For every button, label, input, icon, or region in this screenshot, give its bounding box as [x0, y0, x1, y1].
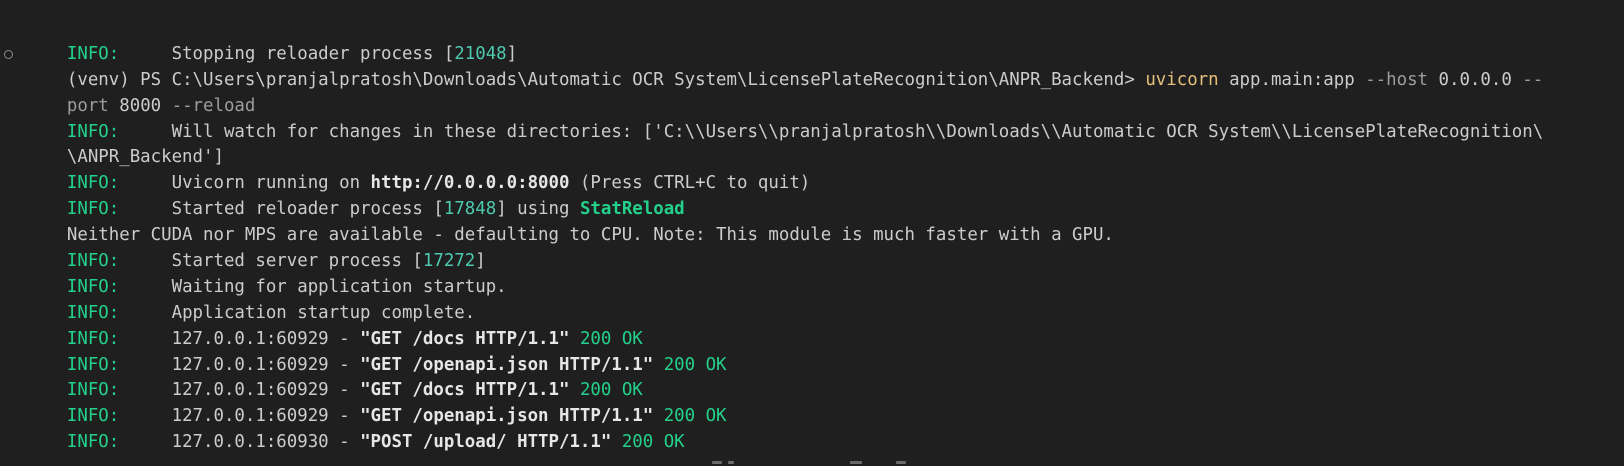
log-line: Neither CUDA nor MPS are available - def… [0, 197, 1624, 245]
request-log-line: INFO: 127.0.0.1:60929 - "GET /docs HTTP/… [0, 353, 1624, 400]
http-request: "POST /upload/ HTTP/1.1" [360, 432, 612, 453]
log-line: INFO: Uvicorn running on http://0.0.0.0:… [0, 145, 1624, 193]
log-line: INFO: Started reloader process [17848] u… [0, 171, 1624, 219]
log-line: INFO: Will watch for changes in these di… [0, 94, 1624, 142]
cropped-overlay-edge [700, 458, 940, 466]
request-log-line: INFO: 127.0.0.1:60929 - "GET /openapi.js… [0, 378, 1624, 426]
http-status: 200 OK [611, 432, 685, 453]
terminal-output[interactable]: INFO: Stopping reloader process [21048] … [0, 0, 1624, 466]
log-line: INFO: Application startup complete. [0, 275, 1624, 323]
log-line-wrapped: \ANPR_Backend'] [0, 120, 1624, 167]
request-log-line: INFO: 127.0.0.1:60929 - "GET /docs HTTP/… [0, 301, 1624, 349]
log-line: INFO: Started server process [17272] [0, 223, 1624, 271]
request-log-line: INFO: 127.0.0.1:60929 - "GET /openapi.js… [0, 327, 1624, 375]
log-line: INFO: Waiting for application startup. [0, 249, 1624, 297]
command-decoration-icon[interactable] [4, 49, 13, 59]
command-line-continued: port 8000 --reload [0, 68, 1624, 116]
log-level: INFO: [66, 432, 120, 453]
command-line: (venv) PS C:\Users\pranjalpratosh\Downlo… [0, 42, 1624, 90]
log-line: INFO: Stopping reloader process [21048] [0, 16, 1624, 64]
client-address: 127.0.0.1:60930 - [119, 432, 361, 453]
request-log-line: INFO: 127.0.0.1:60930 - "POST /upload/ H… [0, 404, 1624, 452]
